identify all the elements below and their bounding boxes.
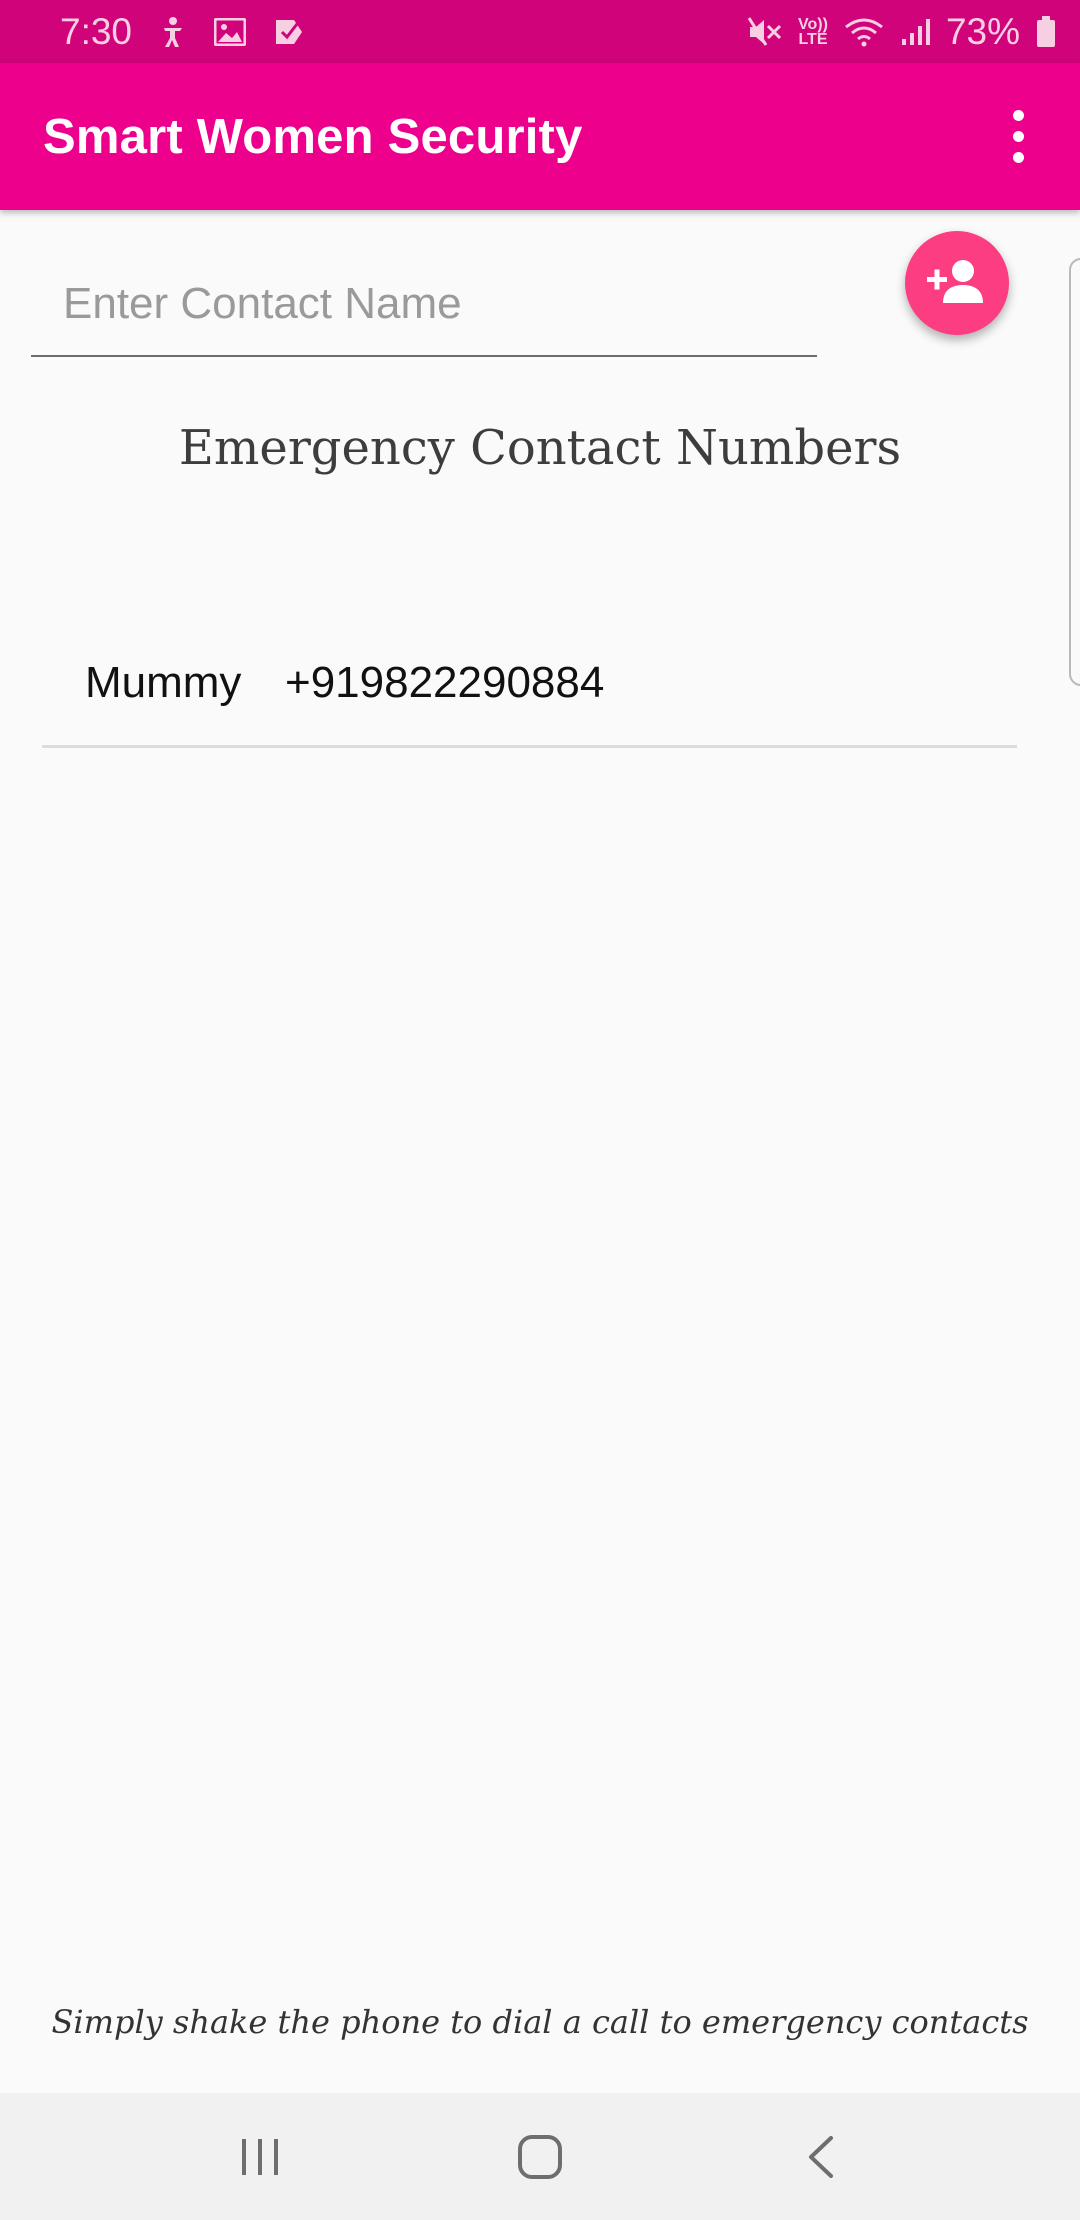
volte-line2: LTE xyxy=(798,30,828,48)
more-vert-icon[interactable] xyxy=(988,97,1048,177)
add-contact-button[interactable] xyxy=(905,231,1009,335)
back-icon[interactable] xyxy=(780,2117,860,2197)
screen: 7:30 Vo)) LTE 73% Smart Women Security E… xyxy=(0,0,1080,2220)
contact-number: +919822290884 xyxy=(285,657,605,707)
status-left: 7:30 xyxy=(60,11,304,53)
app-bar: Smart Women Security xyxy=(0,63,1080,210)
nav-bar xyxy=(0,2093,1080,2220)
contact-list: Mummy +919822290884 xyxy=(42,620,1017,748)
contact-name-input[interactable] xyxy=(31,265,817,357)
wifi-icon xyxy=(844,17,884,47)
signal-icon xyxy=(900,17,930,47)
overflow-dot xyxy=(1012,110,1024,121)
status-time: 7:30 xyxy=(60,10,133,52)
gallery-icon xyxy=(214,17,247,46)
check-app-icon xyxy=(274,18,304,46)
volte-icon: Vo)) LTE xyxy=(798,16,828,48)
battery-percent: 73% xyxy=(945,10,1020,52)
app-title: Smart Women Security xyxy=(43,109,583,164)
person-add-icon xyxy=(925,257,989,310)
accessibility-icon xyxy=(160,16,186,48)
section-heading: Emergency Contact Numbers xyxy=(178,420,902,476)
shake-hint: Simply shake the phone to dial a call to… xyxy=(51,2003,1029,2041)
overflow-dot xyxy=(1012,131,1024,142)
battery-icon xyxy=(1036,15,1056,48)
mute-icon xyxy=(748,16,782,47)
status-right: Vo)) LTE 73% xyxy=(748,11,1056,53)
overflow-dot xyxy=(1012,152,1024,163)
home-icon[interactable] xyxy=(500,2117,580,2197)
recent-apps-icon[interactable] xyxy=(220,2117,300,2197)
status-bar: 7:30 Vo)) LTE 73% xyxy=(0,0,1080,63)
list-item[interactable]: Mummy +919822290884 xyxy=(42,620,1017,748)
contact-name: Mummy xyxy=(85,657,242,707)
